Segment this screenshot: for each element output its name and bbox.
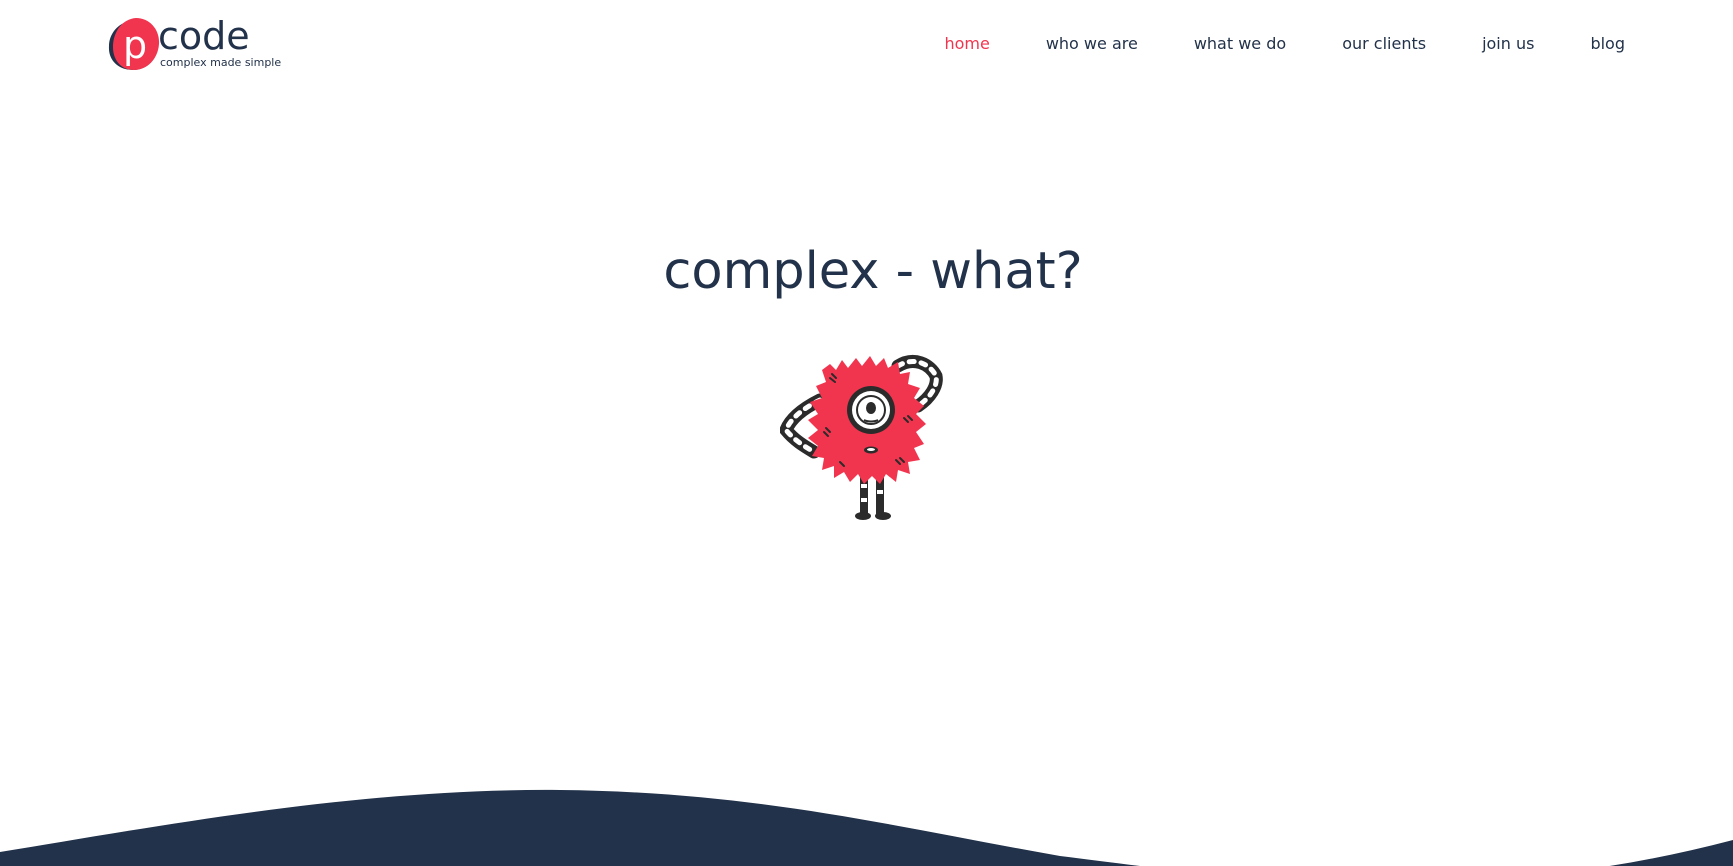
logo-wordmark: code [158,14,250,58]
monster-mascot-icon [780,348,960,526]
main-nav: home who we are what we do our clients j… [944,30,1625,58]
nav-item-who-we-are[interactable]: who we are [1046,30,1138,58]
logo-tagline: complex made simple [160,56,282,69]
logo-letter: p [123,23,147,67]
footer-wave [0,716,1733,866]
site-logo[interactable]: p code complex made simple [104,14,284,74]
nav-item-join-us[interactable]: join us [1482,30,1534,58]
nav-item-what-we-do[interactable]: what we do [1194,30,1286,58]
hero-title: complex - what? [663,242,1083,302]
nav-item-our-clients[interactable]: our clients [1342,30,1426,58]
site-header: p code complex made simple home who we a… [0,0,1733,90]
nav-item-blog[interactable]: blog [1590,30,1625,58]
nav-item-home[interactable]: home [944,30,989,58]
logo-blob-icon: p [104,14,164,74]
